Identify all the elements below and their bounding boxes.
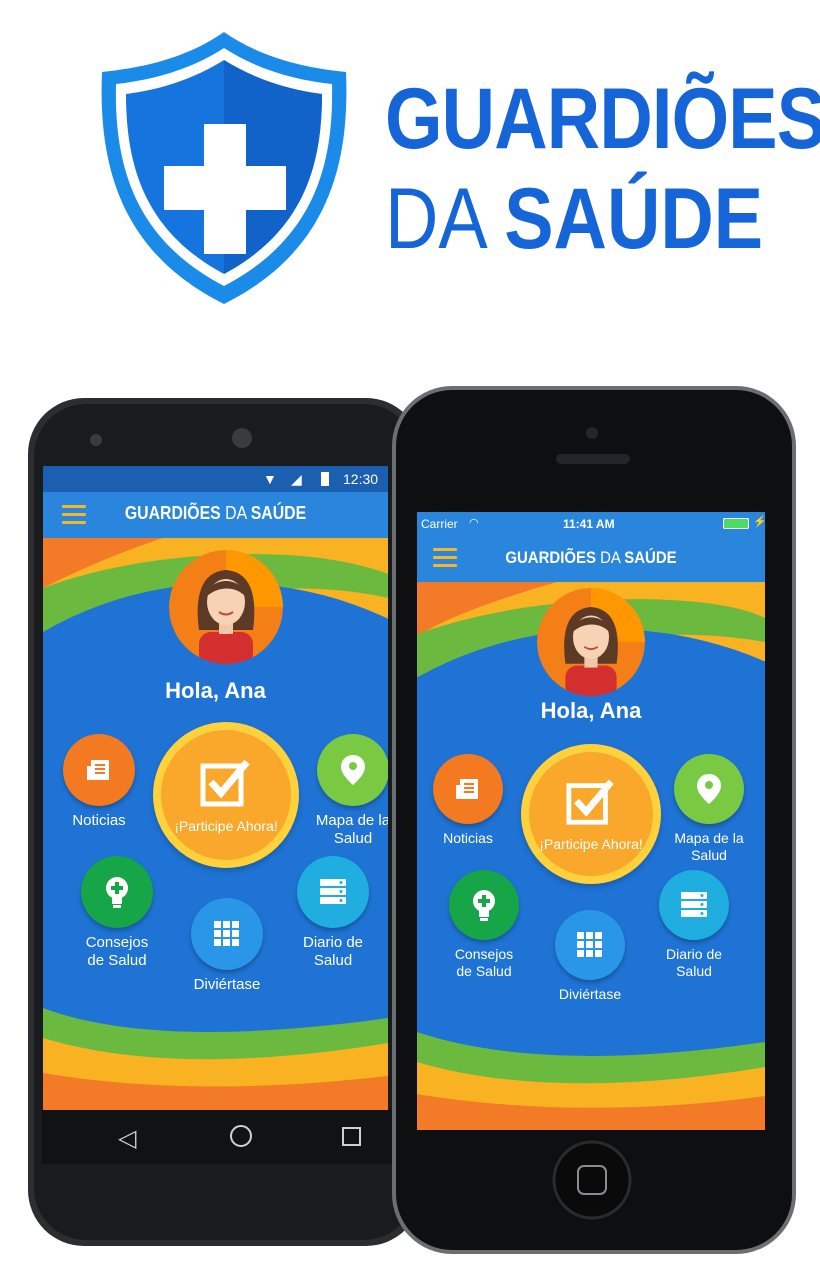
participate-label: ¡Participe Ahora! — [539, 836, 643, 852]
health-tips-label: Consejos de Salud — [85, 934, 149, 969]
health-diary-label: Diario de Salud — [665, 946, 723, 979]
health-map-label: Mapa de la Salud — [674, 830, 744, 863]
battery-icon — [723, 518, 749, 529]
checkbox-icon — [566, 779, 614, 825]
android-status-bar: ▼ ◢ 12:30 — [43, 466, 388, 492]
greeting-text: Hola, Ana — [165, 678, 266, 703]
news-icon — [63, 734, 135, 806]
android-app-bar: GUARDIÕES DA SAÚDE — [43, 492, 388, 538]
battery-icon — [321, 472, 329, 486]
logo-title-line1: GUARDIÕES — [385, 71, 820, 167]
participate-label: ¡Participe Ahora! — [174, 818, 278, 834]
map-pin-icon — [674, 754, 744, 824]
android-phone: ▼ ◢ 12:30 GUARDIÕES DA SAÚDE Hola, Ana N… — [26, 394, 426, 1250]
news-button[interactable]: Noticias — [423, 754, 513, 847]
have-fun-button[interactable]: Diviértase — [179, 898, 275, 994]
recent-apps-icon[interactable] — [342, 1127, 361, 1146]
charging-icon: ⚡ — [753, 516, 765, 528]
greeting-text: Hola, Ana — [540, 698, 642, 723]
back-icon[interactable]: ◁ — [118, 1124, 136, 1153]
health-diary-label: Diario de Salud — [302, 934, 364, 969]
server-icon — [297, 856, 369, 928]
news-label: Noticias — [72, 812, 126, 829]
health-map-button[interactable]: Mapa de la Salud — [663, 754, 755, 864]
news-icon — [433, 754, 503, 824]
health-map-label: Mapa de la Salud — [315, 812, 388, 847]
iphone-time: 11:41 AM — [563, 517, 615, 531]
logo-word-da: DA — [385, 171, 484, 267]
participate-now-button[interactable]: ¡Participe Ahora! — [521, 744, 661, 884]
iphone-app-bar: GUARDIÕES DA SAÚDE — [417, 534, 765, 582]
status-time: 12:30 — [343, 471, 379, 487]
logo-title-line2: DA SAÚDE — [385, 176, 763, 262]
user-avatar — [169, 550, 283, 664]
user-avatar — [537, 588, 645, 696]
have-fun-label: Diviértase — [558, 986, 622, 1002]
app-title: GUARDIÕES DA SAÚDE — [505, 548, 677, 567]
have-fun-label: Diviértase — [193, 976, 261, 993]
home-icon[interactable] — [230, 1125, 252, 1147]
lightbulb-icon — [449, 870, 519, 940]
health-map-button[interactable]: Mapa de la Salud — [305, 734, 388, 848]
grid-icon — [555, 910, 625, 980]
health-tips-button[interactable]: Consejos de Salud — [71, 856, 163, 970]
shield-cross-icon — [101, 32, 347, 304]
app-title: GUARDIÕES DA SAÚDE — [124, 503, 307, 523]
logo-word-saude: SAÚDE — [504, 171, 764, 267]
wifi-icon: ◠ — [469, 517, 479, 529]
iphone-screen: Carrier ◠ 11:41 AM ⚡ GUARDIÕES DA SAÚDE — [417, 512, 765, 1130]
checkbox-icon — [200, 759, 250, 807]
iphone-status-bar: Carrier ◠ 11:41 AM ⚡ — [417, 512, 765, 534]
android-screen: ▼ ◢ 12:30 GUARDIÕES DA SAÚDE Hola, Ana N… — [43, 466, 388, 1110]
have-fun-button[interactable]: Diviértase — [544, 910, 636, 1003]
grid-icon — [191, 898, 263, 970]
health-diary-button[interactable]: Diario de Salud — [649, 870, 739, 980]
wifi-icon: ▼ — [263, 471, 277, 487]
participate-now-button[interactable]: ¡Participe Ahora! — [153, 722, 299, 868]
health-tips-label: Consejos de Salud — [454, 946, 514, 979]
map-pin-icon — [317, 734, 388, 806]
iphone: Carrier ◠ 11:41 AM ⚡ GUARDIÕES DA SAÚDE — [390, 384, 798, 1256]
lightbulb-icon — [81, 856, 153, 928]
health-diary-button[interactable]: Diario de Salud — [291, 856, 375, 970]
carrier-text: Carrier — [421, 517, 458, 531]
news-button[interactable]: Noticias — [53, 734, 145, 830]
server-icon — [659, 870, 729, 940]
health-tips-button[interactable]: Consejos de Salud — [439, 870, 529, 980]
news-label: Noticias — [443, 830, 493, 846]
signal-icon: ◢ — [291, 471, 302, 487]
